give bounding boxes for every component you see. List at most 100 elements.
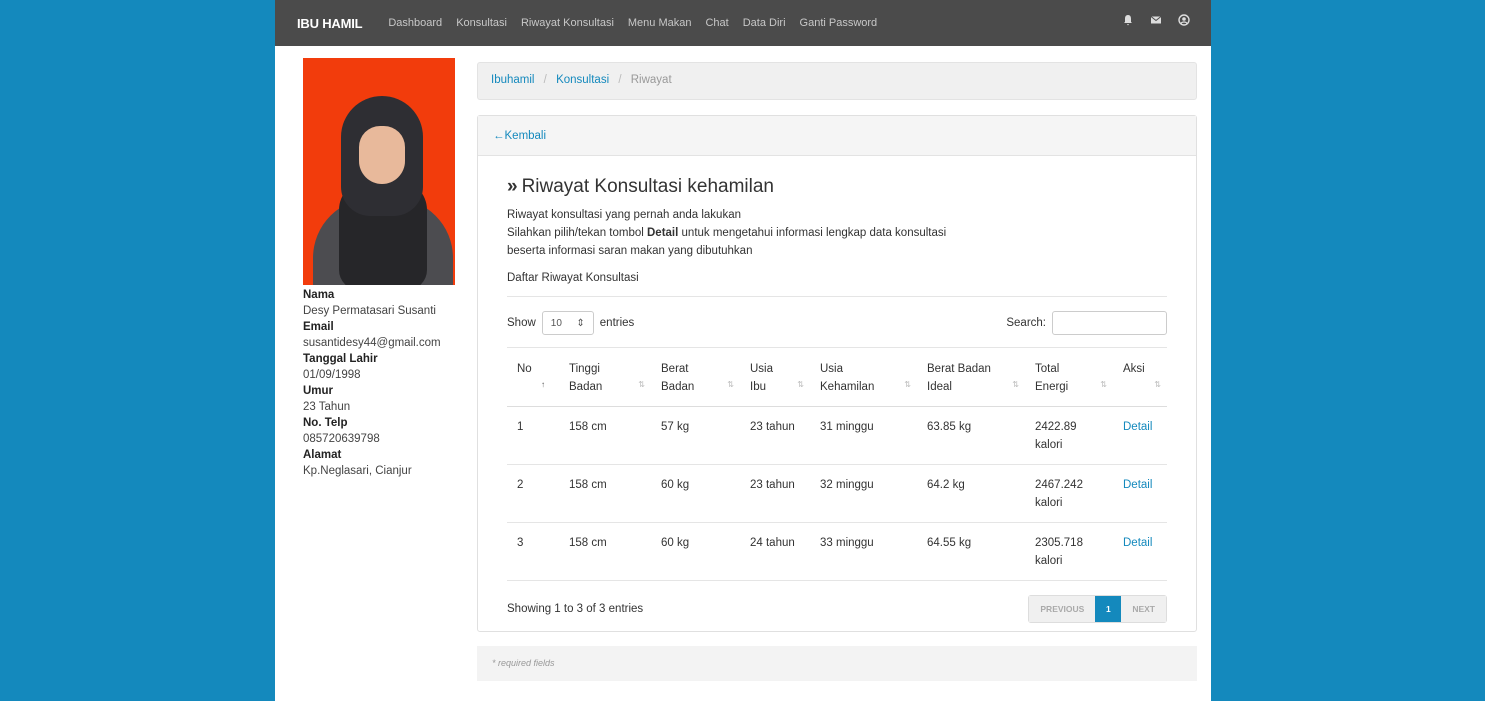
nav-riwayat-konsultasi[interactable]: Riwayat Konsultasi bbox=[521, 17, 614, 29]
col-label: Usia bbox=[750, 363, 774, 375]
select-updown-icon: ⇕ bbox=[576, 317, 585, 329]
nama-label: Nama bbox=[303, 289, 335, 301]
col-label: Aksi bbox=[1123, 363, 1145, 375]
breadcrumb-konsultasi[interactable]: Konsultasi bbox=[556, 74, 609, 86]
sort-asc-icon: ↑ bbox=[541, 380, 545, 389]
envelope-icon[interactable] bbox=[1149, 14, 1163, 29]
cell-usia-kehamilan: 32 minggu bbox=[810, 464, 917, 523]
col-no[interactable]: No ↑ bbox=[507, 347, 559, 407]
arrow-left-icon: ← bbox=[493, 130, 505, 142]
sort-icon: ⇅ bbox=[1100, 380, 1107, 389]
col-label: Ibu bbox=[750, 381, 766, 393]
user-icon[interactable] bbox=[1177, 14, 1191, 29]
sort-icon: ⇅ bbox=[1012, 380, 1019, 389]
energi-unit: kalori bbox=[1035, 497, 1063, 509]
detail-link[interactable]: Detail bbox=[1123, 479, 1152, 491]
sort-icon: ⇅ bbox=[1154, 380, 1161, 389]
col-label: Badan bbox=[569, 381, 603, 393]
page-title-text: Riwayat Konsultasi kehamilan bbox=[521, 176, 774, 197]
detail-link[interactable]: Detail bbox=[1123, 537, 1152, 549]
search-input[interactable] bbox=[1052, 311, 1167, 335]
description-text: Silahkan pilih/tekan tombol bbox=[507, 227, 647, 239]
panel-header: ←Kembali bbox=[478, 116, 1196, 156]
col-usia-ibu[interactable]: Usia Ibu ⇅ bbox=[740, 347, 810, 407]
cell-usia-kehamilan: 31 minggu bbox=[810, 406, 917, 465]
telp-value: 085720639798 bbox=[303, 433, 380, 445]
col-aksi[interactable]: Aksi ⇅ bbox=[1113, 347, 1167, 407]
col-usia-kehamilan[interactable]: Usia Kehamilan ⇅ bbox=[810, 347, 917, 407]
sort-icon: ⇅ bbox=[727, 380, 734, 389]
umur-value: 23 Tahun bbox=[303, 401, 351, 413]
col-label: Ideal bbox=[927, 381, 952, 393]
nav-links: Dashboard Konsultasi Riwayat Konsultasi … bbox=[388, 17, 877, 29]
col-berat-badan-ideal[interactable]: Berat Badan Ideal ⇅ bbox=[917, 347, 1025, 407]
nav-ganti-password[interactable]: Ganti Password bbox=[800, 17, 878, 29]
breadcrumb-riwayat: Riwayat bbox=[630, 74, 672, 86]
panel-body: » Riwayat Konsultasi kehamilan Riwayat ko… bbox=[478, 156, 1196, 623]
col-total-energi[interactable]: Total Energi ⇅ bbox=[1025, 347, 1113, 407]
page-title: » Riwayat Konsultasi kehamilan bbox=[507, 176, 1167, 198]
col-label: Berat Badan bbox=[927, 363, 991, 375]
cell-bb-ideal: 63.85 kg bbox=[917, 406, 1025, 465]
next-button[interactable]: NEXT bbox=[1121, 596, 1166, 622]
col-no-label: No bbox=[517, 363, 532, 375]
entries-select-value: 10 bbox=[550, 317, 562, 329]
sort-icon: ⇅ bbox=[904, 380, 911, 389]
energi-unit: kalori bbox=[1035, 439, 1063, 451]
profile-sidebar: Nama Desy Permatasari Susanti Email susa… bbox=[303, 58, 455, 477]
cell-energi: 2422.89 kalori bbox=[1025, 406, 1113, 465]
energi-unit: kalori bbox=[1035, 555, 1063, 567]
cell-tinggi: 158 cm bbox=[559, 406, 651, 465]
cell-no: 1 bbox=[507, 406, 559, 465]
alamat-label: Alamat bbox=[303, 449, 342, 461]
required-fields-note: * required fields bbox=[477, 646, 1197, 681]
cell-aksi: Detail bbox=[1113, 464, 1167, 523]
nav-konsultasi[interactable]: Konsultasi bbox=[456, 17, 507, 29]
page-1-button[interactable]: 1 bbox=[1095, 596, 1122, 622]
nav-chat[interactable]: Chat bbox=[705, 17, 728, 29]
energi-value: 2467.242 bbox=[1035, 479, 1083, 491]
entries-select[interactable]: 10 ⇕ bbox=[541, 311, 594, 335]
table-subtitle: Daftar Riwayat Konsultasi bbox=[507, 272, 1167, 297]
profile-photo bbox=[303, 58, 455, 285]
cell-aksi: Detail bbox=[1113, 406, 1167, 465]
col-tinggi-badan[interactable]: Tinggi Badan ⇅ bbox=[559, 347, 651, 407]
bell-icon[interactable] bbox=[1121, 14, 1135, 29]
nama-value: Desy Permatasari Susanti bbox=[303, 305, 436, 317]
breadcrumb: Ibuhamil / Konsultasi / Riwayat bbox=[477, 62, 1197, 100]
show-label: Show bbox=[507, 317, 536, 329]
entries-label: entries bbox=[599, 317, 635, 329]
energi-value: 2422.89 bbox=[1035, 421, 1077, 433]
nav-menu-makan[interactable]: Menu Makan bbox=[628, 17, 692, 29]
description-line-2: Silahkan pilih/tekan tombol Detail untuk… bbox=[507, 224, 1167, 242]
col-label: Usia bbox=[820, 363, 844, 375]
show-entries: Show 10 ⇕ entries bbox=[507, 311, 634, 335]
description-line-3: beserta informasi saran makan yang dibut… bbox=[507, 245, 753, 257]
brand-logo[interactable]: IBU HAMIL bbox=[297, 16, 363, 31]
page-container: IBU HAMIL Dashboard Konsultasi Riwayat K… bbox=[275, 0, 1211, 701]
table-header-row: No ↑ Tinggi Badan ⇅ Berat Badan ⇅ Usia Ibu ⇅ Us… bbox=[507, 347, 1167, 407]
col-label: Energi bbox=[1035, 381, 1069, 393]
table-info: Showing 1 to 3 of 3 entries bbox=[507, 603, 644, 615]
col-berat-badan[interactable]: Berat Badan ⇅ bbox=[651, 347, 740, 407]
sort-icon: ⇅ bbox=[797, 380, 804, 389]
col-label: Tinggi bbox=[569, 363, 600, 375]
alamat-value: Kp.Neglasari, Cianjur bbox=[303, 465, 412, 477]
email-label: Email bbox=[303, 321, 334, 333]
riwayat-panel: ←Kembali » Riwayat Konsultasi kehamilan R… bbox=[477, 115, 1197, 632]
previous-button[interactable]: PREVIOUS bbox=[1029, 596, 1096, 622]
breadcrumb-ibuhamil[interactable]: Ibuhamil bbox=[491, 74, 534, 86]
nav-data-diri[interactable]: Data Diri bbox=[743, 17, 786, 29]
table-row: 1 158 cm 57 kg 23 tahun 31 minggu 63.85 … bbox=[507, 406, 1167, 465]
cell-usia-ibu: 24 tahun bbox=[740, 522, 810, 581]
description-bold: Detail bbox=[647, 227, 679, 239]
col-label: Total bbox=[1035, 363, 1060, 375]
table-row: 3 158 cm 60 kg 24 tahun 33 minggu 64.55 … bbox=[507, 522, 1167, 581]
cell-usia-kehamilan: 33 minggu bbox=[810, 522, 917, 581]
detail-link[interactable]: Detail bbox=[1123, 421, 1152, 433]
nav-dashboard[interactable]: Dashboard bbox=[388, 17, 442, 29]
telp-label: No. Telp bbox=[303, 417, 348, 429]
tanggal-lahir-value: 01/09/1998 bbox=[303, 369, 361, 381]
back-button[interactable]: ←Kembali bbox=[493, 130, 546, 142]
cell-berat: 57 kg bbox=[651, 406, 740, 465]
